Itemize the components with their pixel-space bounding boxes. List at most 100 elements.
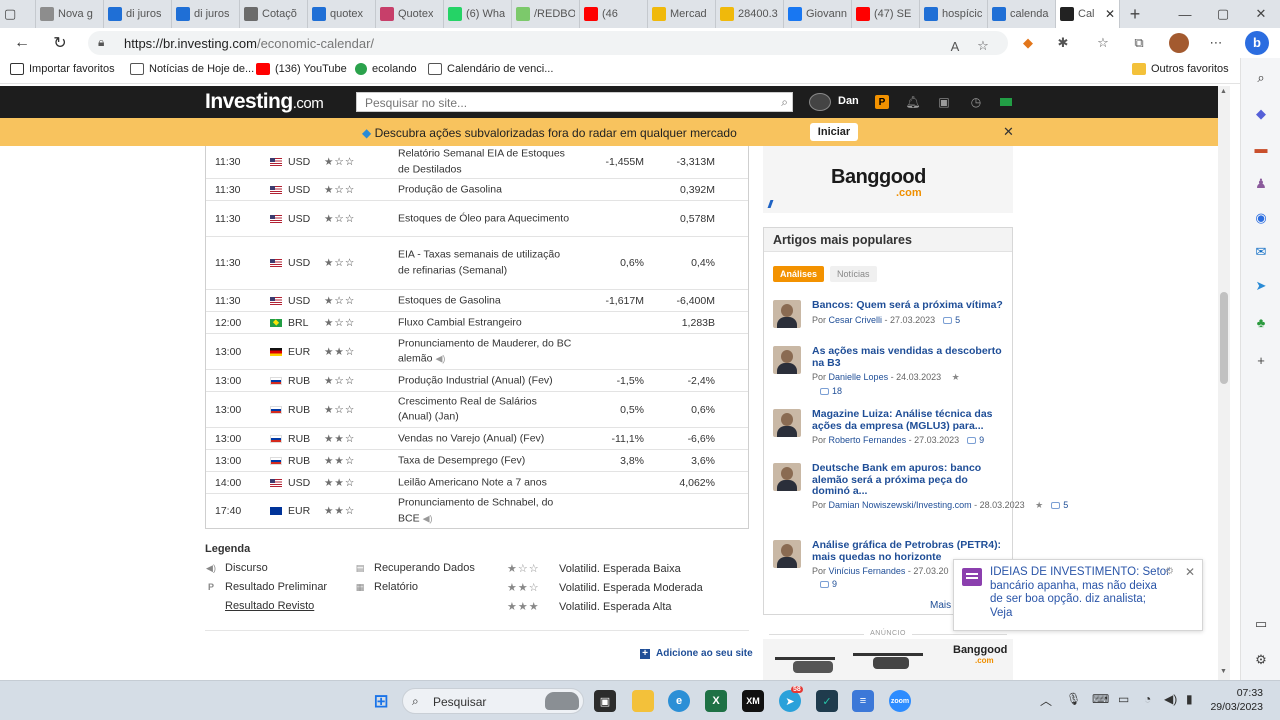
- comment-count[interactable]: 9: [832, 579, 837, 589]
- add-favorite-icon[interactable]: ☆: [972, 35, 994, 57]
- bookmark-item[interactable]: Notícias de Hoje de...: [130, 63, 254, 75]
- trading-app-icon[interactable]: ✓: [816, 690, 838, 712]
- author-link[interactable]: Danielle Lopes: [829, 372, 889, 382]
- event-name[interactable]: Relatório Semanal EIA de Estoques de Des…: [398, 147, 573, 178]
- scroll-down-icon[interactable]: ▼: [1220, 668, 1227, 675]
- calendar-row[interactable]: 11:30 USD ★☆☆ EIA - Taxas semanais de utili…: [206, 236, 748, 289]
- close-window-button[interactable]: ✕: [1242, 0, 1280, 28]
- event-name[interactable]: Produção de Gasolina: [398, 182, 573, 198]
- comment-count[interactable]: 9: [979, 435, 984, 445]
- outlook-icon[interactable]: ✉: [1251, 242, 1271, 262]
- author-link[interactable]: Cesar Crivelli: [829, 315, 883, 325]
- telegram-icon[interactable]: ➤ 58: [779, 686, 803, 712]
- site-search-input[interactable]: [365, 95, 765, 110]
- banggood-ad[interactable]: Banggood .com: [763, 146, 1013, 213]
- event-name[interactable]: Produção Industrial (Anual) (Fev): [398, 373, 573, 389]
- zoom-icon[interactable]: zoom: [889, 690, 911, 712]
- calendar-row[interactable]: 13:00 RUB ★☆☆ Crescimento Real de Salários …: [206, 391, 748, 427]
- calendar-row[interactable]: 13:00 RUB ★☆☆ Produção Industrial (Anual) (…: [206, 369, 748, 391]
- other-favorites-folder[interactable]: Outros favoritos: [1132, 63, 1229, 75]
- calendar-row[interactable]: 13:00 RUB ★★☆ Vendas no Varejo (Anual) (Fev…: [206, 427, 748, 449]
- microphone-icon[interactable]: 🎙︎: [1066, 692, 1081, 706]
- user-name[interactable]: Dan: [838, 95, 859, 107]
- drone-ad[interactable]: Banggood .com: [763, 639, 1013, 680]
- browser-tab[interactable]: Nova g: [36, 0, 104, 28]
- tab-analises[interactable]: Análises: [773, 266, 825, 282]
- tools-icon[interactable]: ▬: [1251, 138, 1271, 158]
- event-name[interactable]: Pronunciamento de Schnabel, do BCE ◀): [398, 496, 573, 527]
- pro-icon[interactable]: P: [875, 95, 889, 109]
- event-name[interactable]: Estoques de Gasolina: [398, 293, 573, 309]
- browser-tab[interactable]: Quotex: [376, 0, 444, 28]
- notification-toast[interactable]: IDEIAS DE INVESTIMENTO: Setor bancário a…: [953, 559, 1203, 631]
- search-icon[interactable]: ⌕: [1251, 68, 1271, 88]
- comment-count[interactable]: 5: [955, 315, 960, 325]
- profile-avatar[interactable]: [1168, 32, 1190, 54]
- browser-tab[interactable]: di juros: [172, 0, 240, 28]
- bookmark-item[interactable]: (136) YouTube: [256, 63, 347, 75]
- calendar-row[interactable]: 11:30 USD ★☆☆ Produção de Gasolina 0,392M: [206, 178, 748, 200]
- display-icon[interactable]: ▭: [1118, 692, 1129, 706]
- xm-icon[interactable]: XM: [742, 690, 764, 712]
- search-icon[interactable]: ⌕: [781, 95, 788, 110]
- read-aloud-icon[interactable]: A: [944, 35, 966, 57]
- taskbar-search[interactable]: ⌕ Pesquisar: [402, 688, 584, 714]
- calendar-row[interactable]: 11:30 USD ★☆☆ Relatório Semanal EIA de Esto…: [206, 146, 748, 178]
- author-link[interactable]: Damian Nowiszewski/Investing.com: [829, 500, 972, 510]
- scroll-thumb[interactable]: [1220, 292, 1228, 384]
- more-link[interactable]: Mais: [930, 600, 951, 611]
- tree-icon[interactable]: ♣: [1251, 312, 1271, 332]
- article-title[interactable]: As ações mais vendidas a descoberto na B…: [812, 345, 1004, 369]
- url-field[interactable]: 🔒︎ https://br.investing.com/economic-cal…: [88, 31, 1008, 55]
- author-link[interactable]: Vinícius Fernandes: [829, 566, 906, 576]
- article-title[interactable]: Bancos: Quem será a próxima vítima?: [812, 299, 1004, 312]
- bookmark-item[interactable]: Calendário de venci...: [428, 63, 553, 75]
- comment-count[interactable]: 5: [1063, 500, 1068, 510]
- send-icon[interactable]: ➤: [1251, 276, 1271, 296]
- page-scrollbar[interactable]: ▲ ▼: [1218, 86, 1230, 680]
- gear-icon[interactable]: ⚙: [1165, 566, 1174, 577]
- bing-copilot-icon[interactable]: b: [1243, 30, 1271, 56]
- browser-tab[interactable]: Cal ✕: [1056, 0, 1120, 28]
- calendar-row[interactable]: 13:00 EUR ★★☆ Pronunciamento de Mauderer, d…: [206, 333, 748, 369]
- article-title[interactable]: Deutsche Bank em apuros: banco alemão se…: [812, 462, 1004, 498]
- games-icon[interactable]: ♟: [1251, 174, 1271, 194]
- keyboard-icon[interactable]: ⌨: [1092, 692, 1109, 706]
- toast-text[interactable]: IDEIAS DE INVESTIMENTO: Setor bancário a…: [990, 566, 1170, 620]
- portfolio-icon[interactable]: ▣: [937, 95, 951, 109]
- browser-tab[interactable]: di juros: [104, 0, 172, 28]
- calendar-row[interactable]: 13:00 RUB ★★☆ Taxa de Desemprego (Fev) 3,8% 3…: [206, 449, 748, 471]
- user-avatar[interactable]: [809, 93, 831, 111]
- bookmark-item[interactable]: ecolando: [355, 63, 417, 75]
- refresh-button[interactable]: ↻: [48, 32, 72, 54]
- event-name[interactable]: Fluxo Cambial Estrangeiro: [398, 315, 573, 331]
- back-button[interactable]: ←: [10, 32, 34, 54]
- calendar-row[interactable]: 12:00 BRL ★☆☆ Fluxo Cambial Estrangeiro 1,28…: [206, 311, 748, 333]
- event-name[interactable]: Leilão Americano Note a 7 anos: [398, 475, 573, 491]
- tab-actions-button[interactable]: ▢: [0, 0, 36, 28]
- wifi-icon[interactable]: ◔: [1144, 692, 1151, 706]
- browser-tab[interactable]: (46: [580, 0, 648, 28]
- browser-tab[interactable]: 28400.3: [716, 0, 784, 28]
- banner-start-button[interactable]: Iniciar: [810, 123, 858, 141]
- file-explorer-icon[interactable]: [632, 690, 654, 712]
- calendar-row[interactable]: 11:30 USD ★☆☆ Estoques de Gasolina -1,617M -6…: [206, 289, 748, 311]
- calendar-row[interactable]: 14:00 USD ★★☆ Leilão Americano Note a 7 ano…: [206, 471, 748, 493]
- edge-icon[interactable]: e: [668, 690, 690, 712]
- event-name[interactable]: Crescimento Real de Salários (Anual) (Ja…: [398, 394, 573, 425]
- browser-tab[interactable]: calenda: [988, 0, 1056, 28]
- browser-tab[interactable]: /REDBO: [512, 0, 580, 28]
- browser-tab[interactable]: (6) Wha: [444, 0, 512, 28]
- browser-tab[interactable]: hospícic: [920, 0, 988, 28]
- collections-icon[interactable]: ⧉: [1128, 32, 1150, 54]
- event-name[interactable]: EIA - Taxas semanais de utilização de re…: [398, 248, 573, 279]
- tray-chevron-icon[interactable]: ︿: [1040, 692, 1052, 709]
- add-sidebar-app-icon[interactable]: +: [1251, 350, 1271, 370]
- bell-icon[interactable]: 🔔︎: [905, 95, 920, 109]
- notepad-icon[interactable]: ≡: [852, 690, 874, 712]
- extensions-icon[interactable]: ✱: [1052, 32, 1074, 54]
- system-clock[interactable]: 07:33 29/03/2023: [1205, 686, 1263, 714]
- minimize-button[interactable]: —: [1166, 0, 1204, 28]
- tab-noticias[interactable]: Notícias: [830, 266, 877, 282]
- site-search[interactable]: ⌕: [356, 92, 793, 112]
